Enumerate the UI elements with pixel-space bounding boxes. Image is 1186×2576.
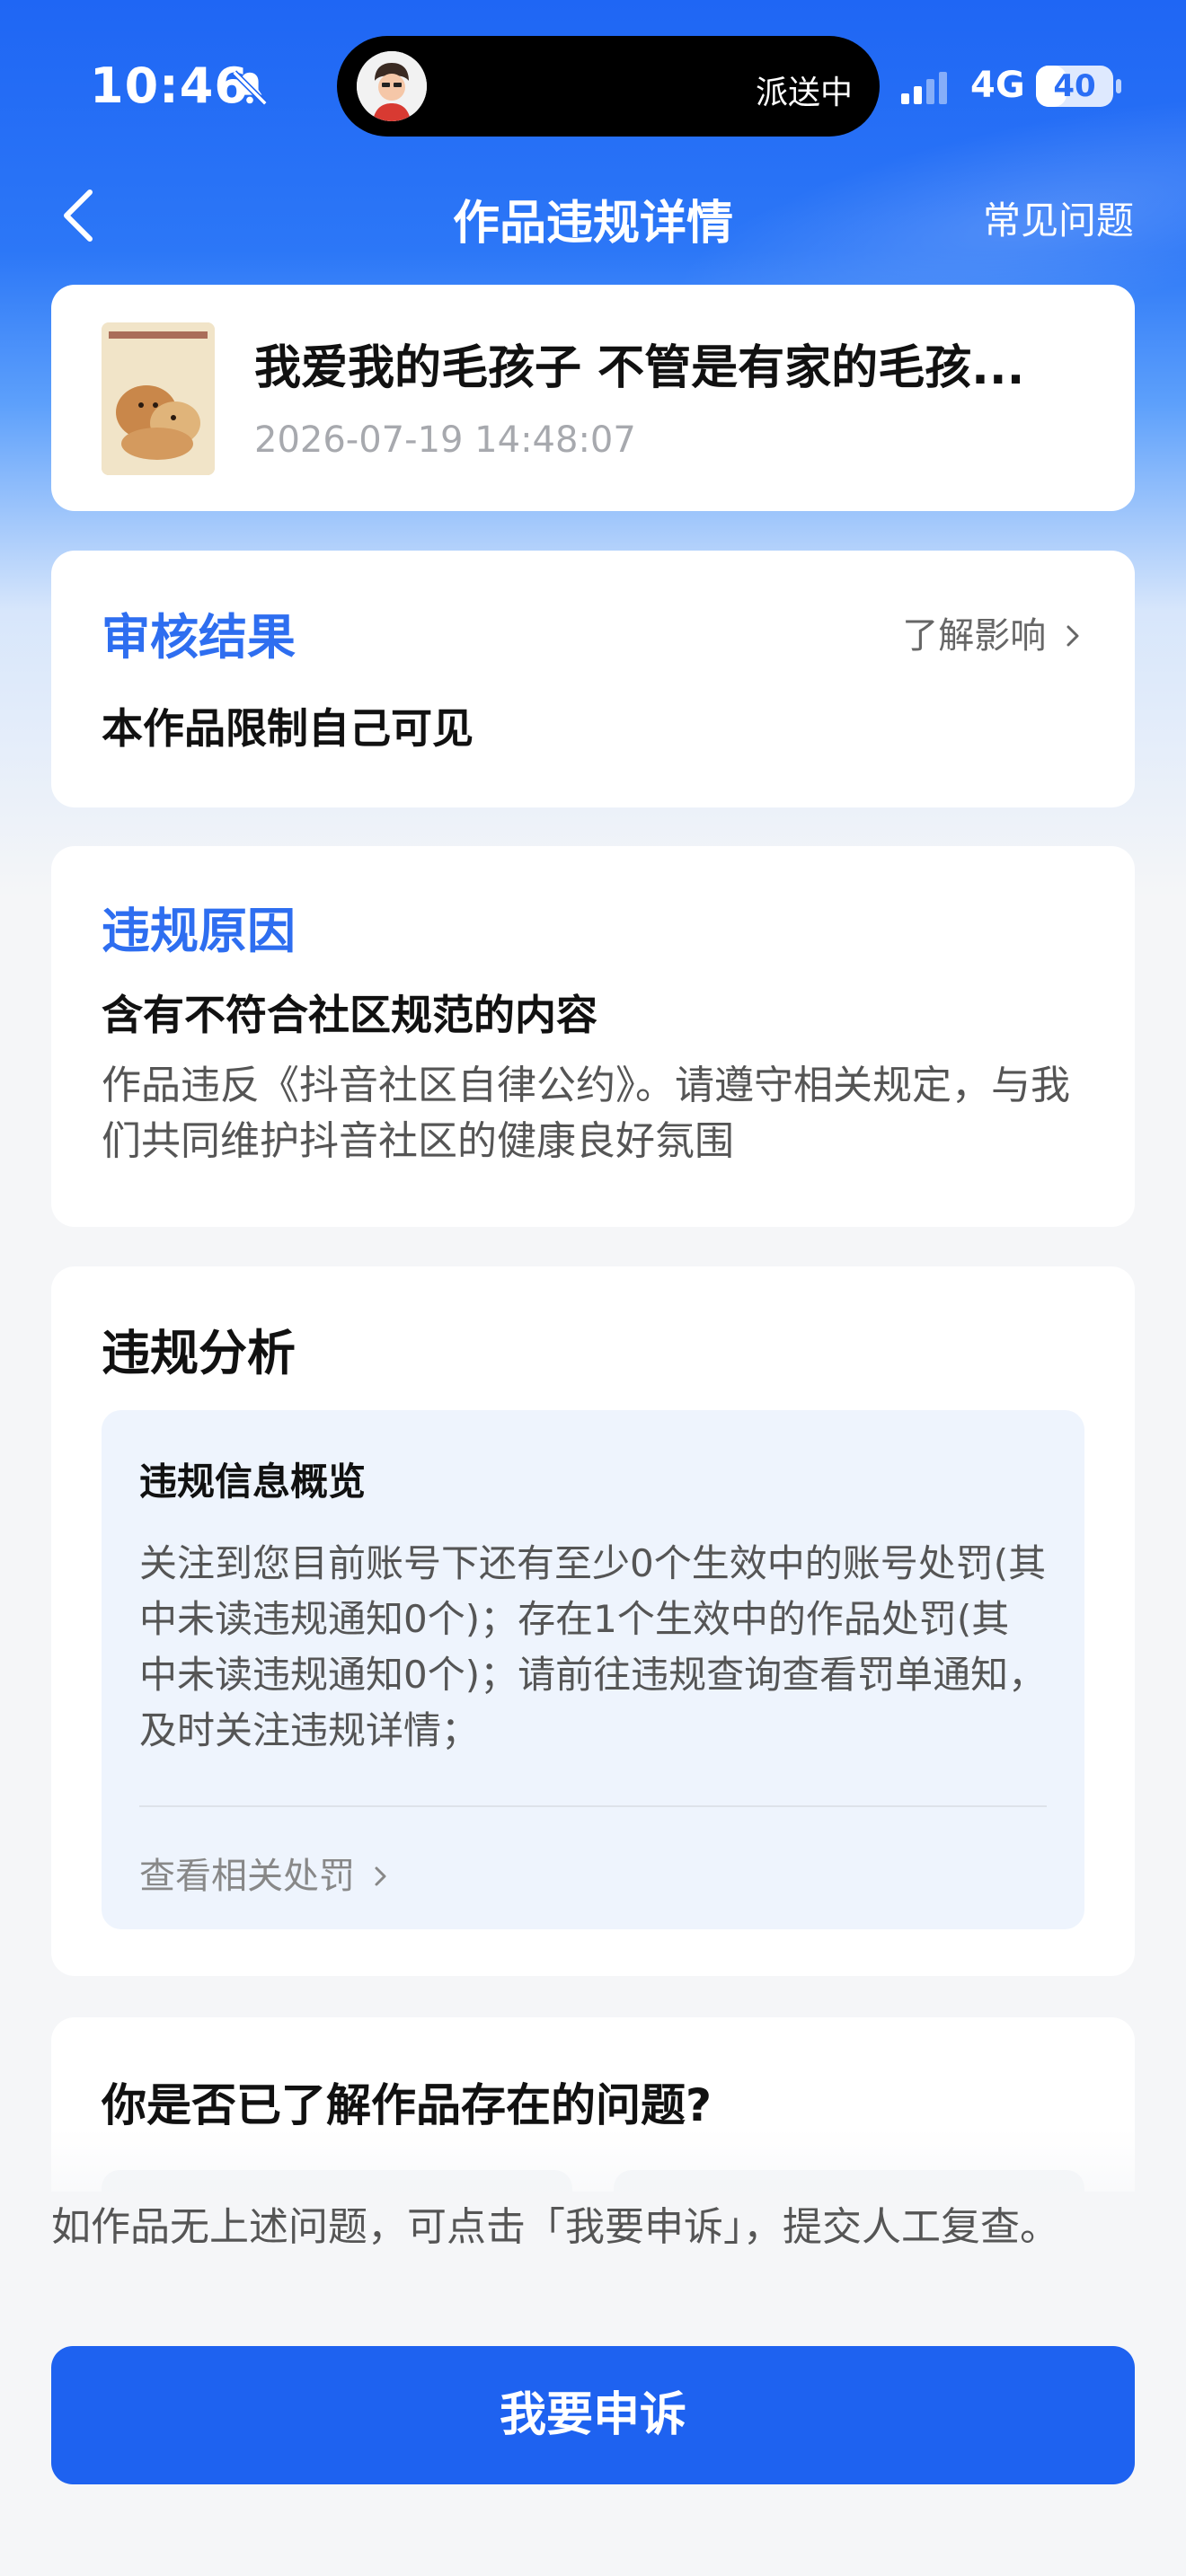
battery-indicator: 40 (1036, 66, 1113, 107)
review-result-text: 本作品限制自己可见 (102, 704, 474, 753)
video-card[interactable]: 我爱我的毛孩子 不管是有家的毛孩... 2026-07-19 14:48:07 (51, 285, 1135, 511)
review-result-card: 审核结果 了解影响 本作品限制自己可见 (51, 551, 1135, 807)
impact-link[interactable]: 了解影响 (902, 606, 1083, 658)
battery-nub (1116, 79, 1121, 93)
violation-overview-body: 关注到您目前账号下还有至少0个生效中的账号处罚(其中未读违规通知0个)；存在1个… (139, 1541, 1047, 1752)
violation-overview-title: 违规信息概览 (139, 1460, 367, 1504)
video-datetime: 2026-07-19 14:48:07 (254, 419, 636, 461)
faq-link[interactable]: 常见问题 (983, 190, 1134, 245)
violation-reason-title: 违规原因 (102, 903, 296, 959)
appeal-button[interactable]: 我要申诉 (51, 2346, 1135, 2484)
video-thumbnail (102, 322, 215, 475)
violation-analysis-title: 违规分析 (102, 1325, 296, 1381)
network-type: 4G (970, 65, 1025, 106)
impact-link-label: 了解影响 (902, 615, 1047, 657)
related-penalties-link[interactable]: 查看相关处罚 (139, 1847, 390, 1899)
violation-reason-description: 作品违反《抖音社区自律公约》。请遵守相关规定，与我们共同维护抖音社区的健康良好氛… (102, 1063, 1070, 1164)
chevron-right-icon (1067, 625, 1079, 647)
violation-overview-box: 违规信息概览 关注到您目前账号下还有至少0个生效中的账号处罚(其中未读违规通知0… (102, 1410, 1084, 1929)
question-title: 你是否已了解作品存在的问题? (102, 2079, 712, 2131)
avatar (357, 51, 427, 121)
dynamic-island[interactable]: 派送中 (337, 36, 880, 137)
video-title: 我爱我的毛孩子 不管是有家的毛孩... (254, 341, 1025, 395)
appeal-hint: 如作品无上述问题，可点击「我要申诉」，提交人工复查。 (51, 2204, 1059, 2250)
violation-reason-card: 违规原因 含有不符合社区规范的内容 作品违反《抖音社区自律公约》。请遵守相关规定… (51, 846, 1135, 1227)
bell-slash-icon (232, 70, 268, 106)
battery-level: 40 (1053, 68, 1096, 104)
chevron-right-icon (375, 1866, 386, 1886)
violation-reason-heading: 含有不符合社区规范的内容 (102, 991, 597, 1039)
live-activity-label: 派送中 (755, 75, 853, 111)
signal-icon (901, 72, 947, 104)
violation-analysis-card: 违规分析 违规信息概览 关注到您目前账号下还有至少0个生效中的账号处罚(其中未读… (51, 1266, 1135, 1976)
status-time: 10:46 (90, 57, 249, 114)
divider (139, 1805, 1047, 1807)
review-result-title: 审核结果 (102, 609, 296, 666)
related-penalties-label: 查看相关处罚 (139, 1856, 355, 1897)
